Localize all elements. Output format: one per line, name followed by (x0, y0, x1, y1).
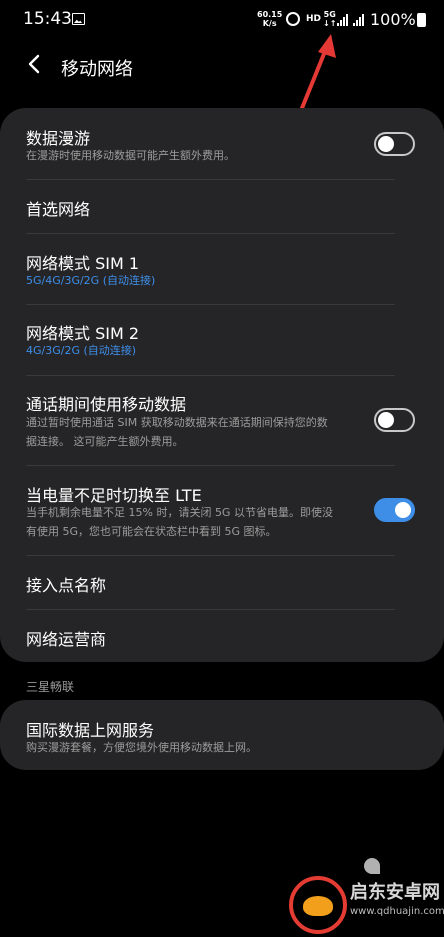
network-type-indicator: 5G ↓↑ (323, 10, 336, 28)
net-speed-unit: K/s (262, 19, 277, 28)
mobile-data-calls-toggle[interactable] (374, 408, 415, 432)
setting-network-mode-sim2[interactable]: 网络模式 SIM 2 4G/3G/2G (自动连接) (0, 305, 444, 375)
setting-access-point-names[interactable]: 接入点名称 (0, 556, 444, 609)
watermark-name: 启东安卓网 (350, 882, 440, 903)
signal-sim1-icon (337, 13, 350, 26)
watermark-logo-icon (289, 876, 347, 934)
switch-to-lte-toggle[interactable] (374, 498, 415, 522)
back-arrow-icon[interactable] (20, 50, 48, 78)
setting-preferred-network[interactable]: 首选网络 (0, 180, 444, 234)
battery-percent: 100% (370, 10, 416, 29)
setting-data-roaming[interactable]: 数据漫游 在漫游时使用移动数据可能产生额外费用。 (0, 108, 444, 180)
mobile-network-settings-card: 数据漫游 在漫游时使用移动数据可能产生额外费用。 首选网络 网络模式 SIM 1… (0, 108, 444, 662)
setting-network-mode-sim1[interactable]: 网络模式 SIM 1 5G/4G/3G/2G (自动连接) (0, 234, 444, 304)
setting-subtitle-line1: 通过暂时使用通话 SIM 获取移动数据来在通话期间保持您的数 (26, 416, 328, 429)
app-header: 移动网络 (0, 40, 444, 96)
setting-subtitle: 4G/3G/2G (自动连接) (26, 344, 137, 357)
network-speed: 60.15 K/s (257, 10, 282, 28)
setting-subtitle: 在漫游时使用移动数据可能产生额外费用。 (26, 149, 235, 162)
page-title: 移动网络 (61, 59, 133, 80)
signal-sim2-icon (353, 13, 366, 26)
battery-icon (417, 13, 426, 27)
status-bar: 15:43 60.15 K/s HD 5G ↓↑ 100% (0, 0, 444, 40)
net-speed-value: 60.15 (257, 10, 283, 19)
data-activity-icon: ↓↑ (323, 19, 337, 28)
setting-title: 网络运营商 (26, 630, 107, 649)
alarm-icon (286, 12, 300, 26)
setting-title: 接入点名称 (26, 576, 107, 595)
setting-network-operators[interactable]: 网络运营商 (0, 610, 444, 662)
network-type-label: 5G (323, 10, 336, 19)
setting-title: 首选网络 (26, 200, 91, 219)
watermark-url: www.qdhuajin.com (350, 906, 444, 917)
setting-title: 通话期间使用移动数据 (26, 395, 187, 414)
setting-switch-to-lte[interactable]: 当电量不足时切换至 LTE 当手机剩余电量不足 15% 时，请关闭 5G 以节省… (0, 466, 444, 555)
setting-subtitle-line2: 有使用 5G，您也可能会在状态栏中看到 5G 图标。 (26, 525, 277, 538)
section-label: 三星畅联 (26, 680, 75, 694)
setting-subtitle: 5G/4G/3G/2G (自动连接) (26, 274, 156, 287)
setting-subtitle: 购买漫游套餐，方便您境外使用移动数据上网。 (26, 741, 257, 754)
international-data-card[interactable]: 国际数据上网服务 购买漫游套餐，方便您境外使用移动数据上网。 (0, 700, 444, 770)
setting-mobile-data-during-calls[interactable]: 通话期间使用移动数据 通过暂时使用通话 SIM 获取移动数据来在通话期间保持您的… (0, 376, 444, 465)
setting-subtitle-line2: 据连接。 这可能产生额外费用。 (26, 435, 184, 448)
hd-voice-label: HD (306, 14, 322, 24)
setting-subtitle-line1: 当手机剩余电量不足 15% 时，请关闭 5G 以节省电量。即使没 (26, 506, 333, 519)
status-time: 15:43 (23, 9, 72, 29)
watermark-leaf-icon (364, 858, 380, 874)
gallery-notification-icon (72, 13, 85, 25)
data-roaming-toggle[interactable] (374, 132, 415, 156)
